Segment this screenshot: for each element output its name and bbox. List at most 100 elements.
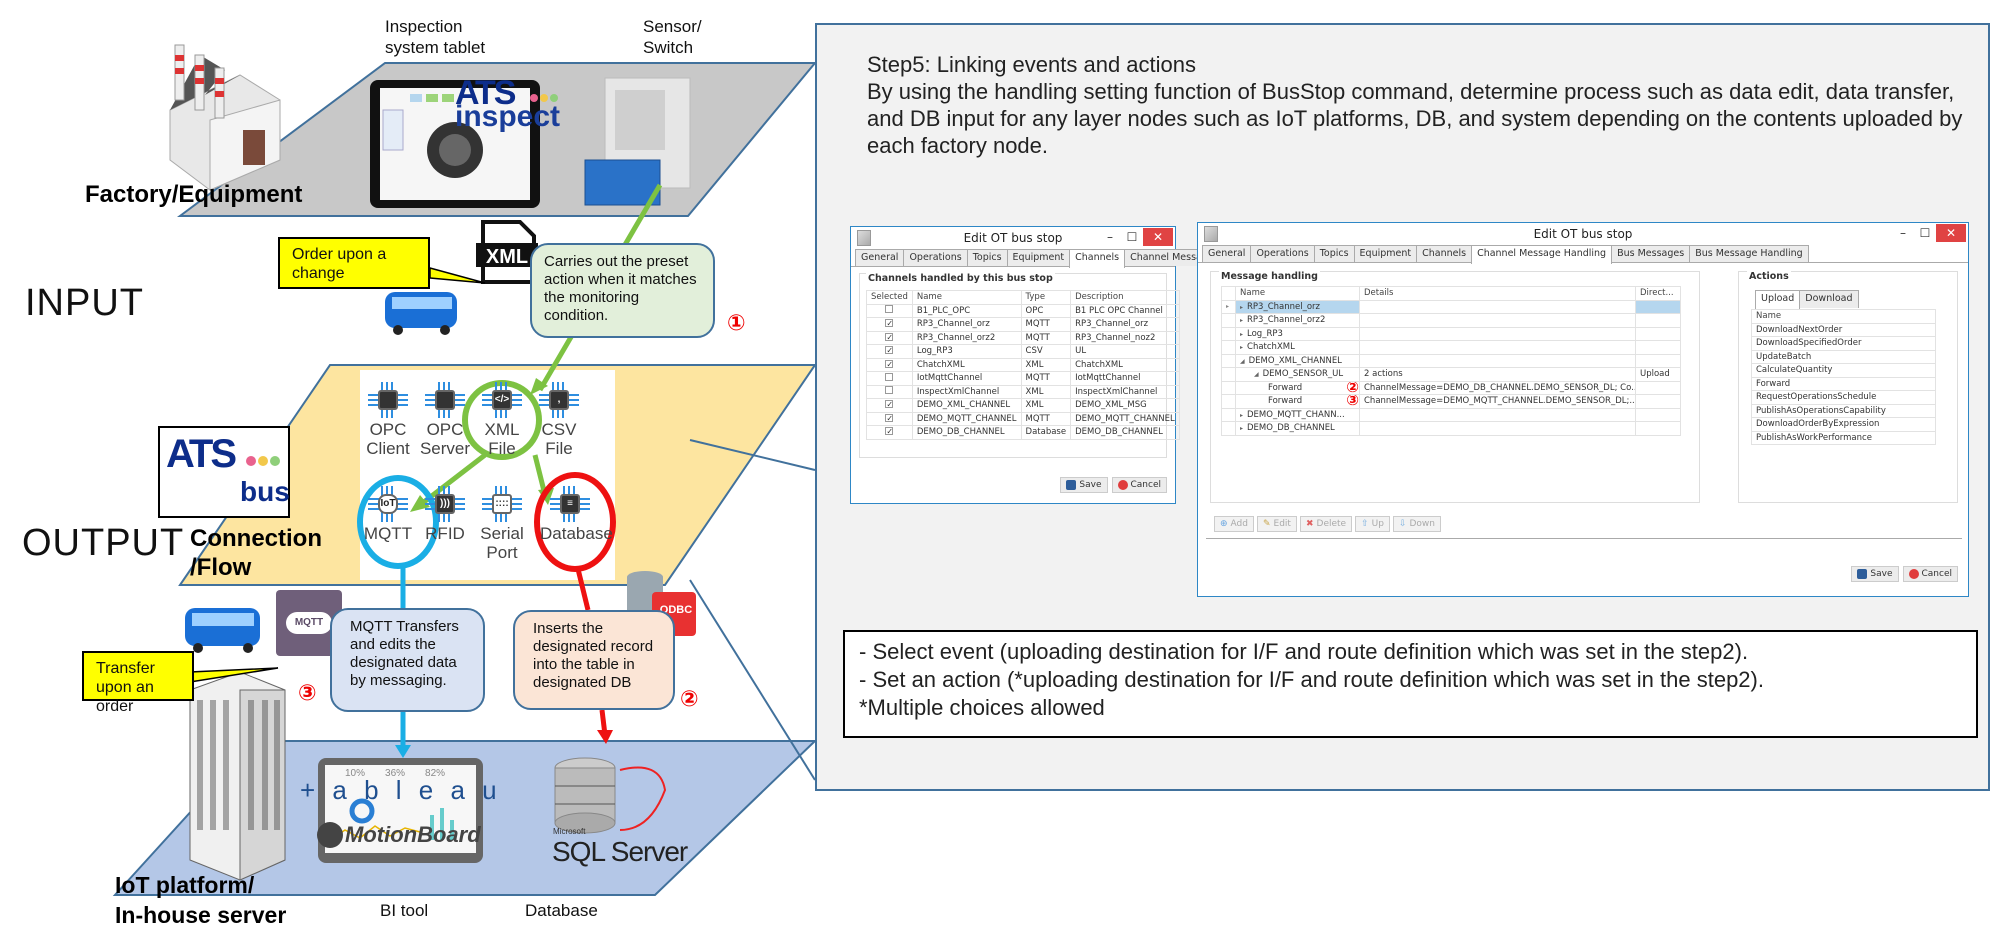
connector-opc-client[interactable]: OPC Client: [358, 382, 418, 458]
table-row[interactable]: ①◢DEMO_SENSOR_UL2 actionsUpload: [1221, 367, 1681, 382]
table-row[interactable]: ▸ ▸ RP3_Channel_orz: [1221, 299, 1681, 314]
tab-equipment[interactable]: Equipment: [1006, 249, 1071, 266]
maximize-button[interactable]: ☐: [1121, 226, 1143, 248]
column-header[interactable]: Details: [1359, 286, 1636, 301]
table-row[interactable]: ▸ DEMO_DB_CHANNEL: [1221, 421, 1681, 436]
expand-toggle-icon[interactable]: ▸: [1240, 344, 1243, 351]
connector-opc-server[interactable]: OPC Server: [415, 382, 475, 458]
column-header[interactable]: Name: [1235, 286, 1360, 301]
column-header[interactable]: Name: [911, 290, 1022, 305]
tab-channels[interactable]: Channels: [1416, 245, 1473, 262]
table-row[interactable]: ✓ Log_RP3 CSV UL: [866, 344, 1180, 359]
tab-channels[interactable]: Channels: [1069, 249, 1126, 268]
note-line: *Multiple choices allowed: [859, 695, 1105, 720]
column-header[interactable]: Selected: [866, 290, 913, 305]
expand-toggle-icon[interactable]: ▸: [1240, 425, 1243, 432]
table-row[interactable]: ▸ RP3_Channel_orz2: [1221, 313, 1681, 328]
table-row[interactable]: ◢ DEMO_XML_CHANNEL: [1221, 353, 1681, 368]
connector-rfid[interactable]: ))) RFID: [415, 486, 475, 543]
minimize-button[interactable]: –: [1892, 222, 1914, 244]
tab-topics[interactable]: Topics: [1313, 245, 1355, 262]
tab-equipment[interactable]: Equipment: [1353, 245, 1418, 262]
tab-bus-message-handling[interactable]: Bus Message Handling: [1689, 245, 1809, 262]
selected-checkbox[interactable]: ✓: [885, 319, 894, 328]
column-header[interactable]: Description: [1070, 290, 1180, 305]
cancel-button[interactable]: Cancel: [1902, 566, 1958, 582]
column-header[interactable]: Type: [1020, 290, 1072, 305]
selected-checkbox[interactable]: ✓: [885, 332, 894, 341]
action-row[interactable]: DownloadOrderByExpression: [1751, 417, 1936, 432]
tab-topics[interactable]: Topics: [966, 249, 1008, 266]
expand-toggle-icon[interactable]: ▸: [1240, 317, 1243, 324]
table-row[interactable]: Forward ② ChannelMessage=DEMO_DB_CHANNEL.D…: [1221, 380, 1681, 395]
tab-general[interactable]: General: [855, 249, 905, 266]
table-row[interactable]: ▸ ChatchXML: [1221, 340, 1681, 355]
connector-label: OPC Server: [419, 420, 471, 458]
table-row[interactable]: ✓ DEMO_MQTT_CHANNEL MQTT DEMO_MQTT_CHANNEL: [866, 411, 1180, 426]
add-button[interactable]: ⊕ Add: [1214, 516, 1254, 532]
table-row[interactable]: Forward ③ ChannelMessage=DEMO_MQTT_CHANNEL…: [1221, 394, 1681, 409]
table-row[interactable]: ▸ Log_RP3: [1221, 326, 1681, 341]
expand-toggle-icon[interactable]: ▸: [1240, 331, 1243, 338]
table-row[interactable]: InspectXmlChannel XML InspectXmlChannel: [866, 384, 1180, 399]
expand-toggle-icon[interactable]: ◢: [1240, 358, 1245, 365]
close-button[interactable]: ✕: [1936, 224, 1966, 242]
action-row[interactable]: PublishAsOperationsCapability: [1751, 403, 1936, 418]
channel-type: XML: [1020, 398, 1072, 413]
edit-button[interactable]: ✎ Edit: [1256, 516, 1297, 532]
table-row[interactable]: ✓ DEMO_DB_CHANNEL Database DEMO_DB_CHANNEL: [866, 425, 1180, 440]
table-row[interactable]: B1_PLC_OPC OPC B1 PLC OPC Channel: [866, 303, 1180, 318]
action-row[interactable]: CalculateQuantity: [1751, 363, 1936, 378]
tab-download[interactable]: Download: [1799, 290, 1859, 308]
action-row[interactable]: RequestOperationsSchedule: [1751, 390, 1936, 405]
action-row[interactable]: UpdateBatch: [1751, 349, 1936, 364]
table-row[interactable]: ▸ DEMO_MQTT_CHANN...: [1221, 407, 1681, 422]
input-label: INPUT: [25, 282, 144, 324]
up-button[interactable]: ⇧ Up: [1355, 516, 1390, 532]
table-row[interactable]: IotMqttChannel MQTT IotMqttChannel: [866, 371, 1180, 386]
down-button[interactable]: ⇩ Down: [1392, 516, 1442, 532]
table-row[interactable]: ✓ ChatchXML XML ChatchXML: [866, 357, 1180, 372]
tab-upload[interactable]: Upload: [1755, 290, 1801, 309]
connector-csv-file[interactable]: , CSV File: [529, 382, 589, 458]
selected-checkbox[interactable]: ✓: [885, 346, 894, 355]
handler-direction: [1635, 340, 1681, 355]
selected-checkbox[interactable]: [885, 372, 894, 381]
selected-checkbox[interactable]: ✓: [885, 359, 894, 368]
cancel-button[interactable]: Cancel: [1111, 477, 1167, 493]
save-button[interactable]: Save: [1851, 566, 1899, 582]
expand-toggle-icon[interactable]: ▸: [1240, 412, 1243, 419]
tab-operations[interactable]: Operations: [1250, 245, 1315, 262]
selected-checkbox[interactable]: ✓: [885, 413, 894, 422]
handler-direction: [1635, 407, 1681, 422]
delete-button[interactable]: ✖ Delete: [1299, 516, 1353, 532]
minimize-button[interactable]: –: [1099, 226, 1121, 248]
save-button[interactable]: Save: [1060, 477, 1108, 493]
tab-bus-messages[interactable]: Bus Messages: [1611, 245, 1691, 262]
tab-general[interactable]: General: [1202, 245, 1252, 262]
table-row[interactable]: ✓ RP3_Channel_orz2 MQTT RP3_Channel_noz2: [866, 330, 1180, 345]
connector-serial-port[interactable]: :::: Serial Port: [472, 486, 532, 562]
selected-checkbox[interactable]: ✓: [885, 427, 894, 436]
expand-toggle-icon[interactable]: ▸: [1240, 304, 1243, 311]
action-name: CalculateQuantity: [1751, 363, 1936, 378]
connector-database[interactable]: ≡ Database: [540, 486, 613, 543]
column-header[interactable]: Name: [1751, 309, 1936, 324]
action-row[interactable]: DownloadSpecifiedOrder: [1751, 336, 1936, 351]
expand-toggle-icon[interactable]: ◢: [1254, 371, 1259, 378]
connector-xml-file[interactable]: </> XML File: [472, 382, 532, 458]
tab-operations[interactable]: Operations: [903, 249, 968, 266]
table-row[interactable]: ✓ DEMO_XML_CHANNEL XML DEMO_XML_MSG: [866, 398, 1180, 413]
close-button[interactable]: ✕: [1143, 228, 1173, 246]
action-row[interactable]: Forward: [1751, 376, 1936, 391]
table-row[interactable]: ✓ RP3_Channel_orz MQTT RP3_Channel_orz: [866, 317, 1180, 332]
selected-checkbox[interactable]: ✓: [885, 400, 894, 409]
maximize-button[interactable]: ☐: [1914, 222, 1936, 244]
selected-checkbox[interactable]: [885, 386, 894, 395]
connector-mqtt[interactable]: IoT MQTT: [358, 486, 418, 543]
tab-channel-message-handling[interactable]: Channel Message Handling: [1471, 245, 1613, 264]
selected-checkbox[interactable]: [885, 305, 894, 314]
column-header[interactable]: Direct...: [1635, 286, 1681, 301]
action-row[interactable]: DownloadNextOrder: [1751, 322, 1936, 337]
action-row[interactable]: PublishAsWorkPerformance: [1751, 430, 1936, 445]
